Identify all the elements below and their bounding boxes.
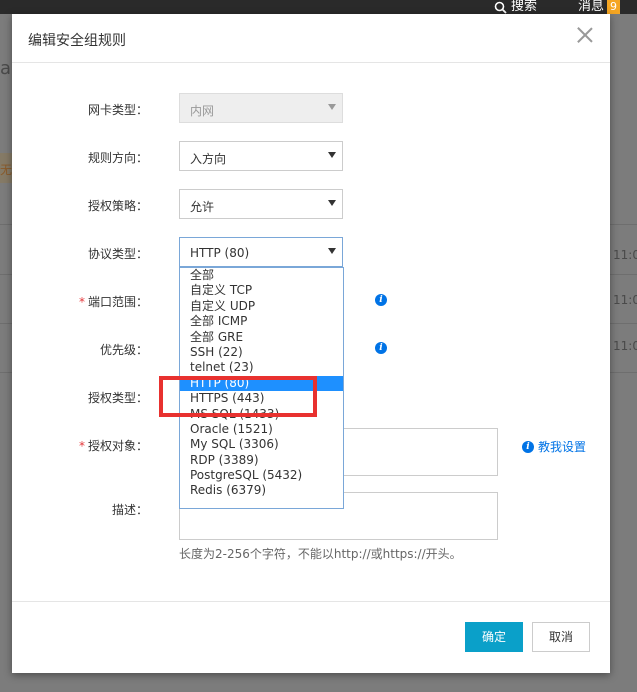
dropdown-option[interactable]: Oracle (1521)	[180, 422, 343, 437]
dropdown-option[interactable]: 全部 ICMP	[180, 314, 343, 329]
background-time: 11:0	[613, 248, 637, 262]
background-notice: 无	[0, 153, 12, 183]
port-range-label: * 端口范围：	[78, 295, 148, 309]
info-icon: i	[522, 440, 534, 453]
description-label: 描述：	[111, 503, 148, 517]
dropdown-option[interactable]: RDP (3389)	[180, 453, 343, 468]
priority-label: 优先级：	[99, 343, 148, 357]
dropdown-option[interactable]: 全部	[180, 268, 343, 283]
description-hint: 长度为2-256个字符，不能以http://或https://开头。	[179, 547, 462, 561]
messages-badge: 9	[607, 0, 621, 14]
background-time: 11:0	[613, 339, 637, 353]
protocol-select[interactable]: HTTP (80)	[179, 237, 343, 267]
policy-label: 授权策略：	[87, 199, 148, 213]
messages-label: 消息	[578, 0, 605, 14]
protocol-label: 协议类型：	[87, 247, 148, 261]
search-label: 搜索	[511, 0, 538, 14]
info-icon[interactable]: i	[375, 294, 387, 306]
edit-security-rule-dialog: 编辑安全组规则 网卡类型： 内网 规则方向： 入方向 授权策略： 允许 协议类型…	[12, 14, 610, 673]
dialog-title: 编辑安全组规则	[28, 33, 126, 49]
chevron-down-icon	[328, 248, 336, 254]
chevron-down-icon	[328, 104, 336, 110]
direction-label: 规则方向：	[87, 151, 148, 165]
dropdown-option[interactable]: Redis (6379)	[180, 483, 343, 498]
topbar-messages[interactable]: 消息 9	[578, 0, 621, 14]
dropdown-option[interactable]: My SQL (3306)	[180, 437, 343, 452]
dialog-footer-divider	[12, 601, 610, 602]
teach-me-link[interactable]: i 教我设置	[522, 438, 586, 455]
top-bar: 搜索 消息 9	[0, 0, 637, 14]
auth-object-label: * 授权对象：	[78, 439, 148, 453]
direction-value: 入方向	[190, 152, 227, 166]
nic-type-value: 内网	[190, 104, 215, 118]
dropdown-option[interactable]: HTTPS (443)	[180, 391, 343, 406]
background-time: 11:0	[613, 293, 637, 307]
dropdown-option[interactable]: telnet (23)	[180, 360, 343, 375]
port-range-label-text: 端口范围：	[87, 295, 148, 309]
background-fragment-b: 无	[0, 163, 13, 177]
policy-value: 允许	[190, 200, 215, 214]
direction-select[interactable]: 入方向	[179, 141, 343, 171]
nic-type-select: 内网	[179, 93, 343, 123]
auth-type-label: 授权类型：	[87, 391, 148, 405]
dropdown-option[interactable]: 全部 GRE	[180, 330, 343, 345]
search-icon	[494, 1, 507, 14]
dropdown-option-selected[interactable]: HTTP (80)	[180, 375, 343, 392]
protocol-dropdown-list: 全部 自定义 TCP 自定义 UDP 全部 ICMP 全部 GRE SSH (2…	[179, 267, 344, 509]
protocol-value: HTTP (80)	[190, 246, 250, 260]
dropdown-option[interactable]: 自定义 TCP	[180, 283, 343, 298]
dropdown-option[interactable]: SSH (22)	[180, 345, 343, 360]
confirm-button[interactable]: 确定	[465, 622, 523, 652]
chevron-down-icon	[328, 200, 336, 206]
dropdown-option[interactable]: PostgreSQL (5432)	[180, 468, 343, 483]
cancel-button[interactable]: 取消	[532, 622, 590, 652]
chevron-down-icon	[328, 152, 336, 158]
nic-type-label: 网卡类型：	[87, 103, 148, 117]
dropdown-option[interactable]: MS SQL (1433)	[180, 407, 343, 422]
dialog-header: 编辑安全组规则	[12, 14, 610, 63]
teach-me-text: 教我设置	[538, 440, 587, 454]
topbar-search[interactable]: 搜索	[494, 0, 537, 14]
policy-select[interactable]: 允许	[179, 189, 343, 219]
close-icon[interactable]	[575, 25, 595, 45]
info-icon[interactable]: i	[375, 342, 387, 354]
auth-object-label-text: 授权对象：	[87, 439, 148, 453]
dropdown-option[interactable]: 自定义 UDP	[180, 299, 343, 314]
